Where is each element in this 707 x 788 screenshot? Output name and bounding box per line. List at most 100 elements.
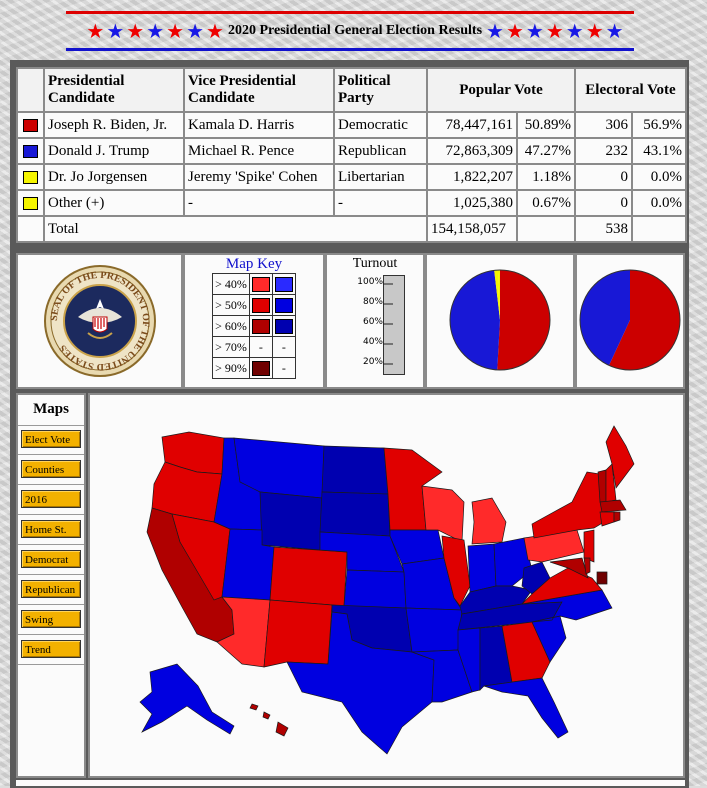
popular-vote-pie-chart	[449, 269, 551, 371]
us-election-map	[88, 393, 685, 778]
map-key-panel: Map Key > 40% > 50% > 60% > 70% - - > 90% -	[183, 253, 325, 389]
candidate-name-other[interactable]: Other (+)	[43, 189, 185, 217]
star-icon: ★	[126, 19, 145, 43]
state-connecticut[interactable]	[599, 511, 615, 527]
star-icon: ★	[106, 19, 125, 43]
trend-button[interactable]: Trend	[21, 640, 81, 658]
state-north-dakota[interactable]	[321, 445, 389, 495]
vp-name: Michael R. Pence	[183, 137, 335, 165]
header-electoral-vote: Electoral Vote	[574, 67, 687, 113]
electoral-vote-pie-panel	[575, 253, 685, 389]
electoral-votes: 0	[574, 189, 633, 217]
star-icon: ★	[206, 19, 224, 43]
state-pennsylvania[interactable]	[523, 529, 585, 563]
electoral-vote-pct: 0.0%	[631, 163, 687, 191]
state-alaska[interactable]	[139, 663, 235, 735]
candidate-name: Joseph R. Biden, Jr.	[43, 111, 185, 139]
rep-40-swatch	[274, 276, 293, 292]
popular-vote-pct: 0.67%	[516, 189, 576, 217]
electoral-vote-pct: 43.1%	[631, 137, 687, 165]
electoral-vote-pie-chart	[579, 269, 681, 371]
turnout-ticks	[383, 283, 393, 365]
state-wyoming[interactable]	[259, 491, 323, 551]
state-massachusetts[interactable]	[599, 499, 627, 513]
turnout-title: Turnout	[352, 256, 398, 271]
dem-60-swatch	[251, 318, 270, 334]
state-new-jersey[interactable]	[583, 529, 595, 563]
dem-90-swatch	[251, 360, 270, 376]
star-icon: ★	[565, 19, 584, 43]
blue-rule	[66, 48, 634, 51]
pie-slice-democrat	[497, 270, 550, 370]
table-row: Donald J. Trump Michael R. Pence Republi…	[16, 137, 687, 165]
state-new-mexico[interactable]	[263, 599, 333, 668]
electoral-votes: 306	[574, 111, 633, 139]
home-state-button[interactable]: Home St.	[21, 520, 81, 538]
popular-vote-pct: 47.27%	[516, 137, 576, 165]
popular-votes: 1,822,207	[426, 163, 518, 191]
star-icon: ★	[605, 19, 624, 43]
state-indiana[interactable]	[467, 543, 497, 593]
state-hawaii[interactable]	[249, 703, 289, 737]
maps-title: Maps	[33, 401, 69, 417]
vp-name: Kamala D. Harris	[183, 111, 335, 139]
map-key-row: > 60%	[212, 315, 296, 337]
total-electoral-votes: 538	[574, 215, 633, 243]
table-row: Dr. Jo Jorgensen Jeremy 'Spike' Cohen Li…	[16, 163, 687, 191]
popular-vote-pie-panel	[425, 253, 575, 389]
state-south-dakota[interactable]	[319, 491, 391, 537]
party-name: Libertarian	[333, 163, 428, 191]
state-dc[interactable]	[596, 571, 608, 585]
star-icon: ★	[146, 19, 165, 43]
map-key-title: Map Key	[225, 256, 283, 272]
page-header: ★ ★ ★ ★ ★ ★ ★ 2020 Presidential General …	[0, 0, 707, 60]
party-name: -	[333, 189, 428, 217]
candidate-name: Dr. Jo Jorgensen	[43, 163, 185, 191]
star-icon: ★	[525, 19, 544, 43]
map-key-row: > 70% - -	[212, 336, 296, 358]
candidate-color-swatch	[23, 118, 38, 132]
map-key-row: > 90% -	[212, 357, 296, 379]
state-kansas[interactable]	[343, 569, 407, 609]
democrat-button[interactable]: Democrat	[21, 550, 81, 568]
swing-button[interactable]: Swing	[21, 610, 81, 628]
rep-60-swatch	[274, 318, 293, 334]
state-arkansas[interactable]	[405, 607, 463, 653]
map-key-row: > 50%	[212, 294, 296, 316]
state-rhode-island[interactable]	[613, 511, 621, 523]
total-popular-votes: 154,158,057	[426, 215, 518, 243]
page-title: 2020 Presidential General Election Resul…	[227, 23, 483, 38]
header-popular-vote: Popular Vote	[426, 67, 576, 113]
popular-votes: 72,863,309	[426, 137, 518, 165]
state-colorado[interactable]	[269, 546, 348, 607]
electoral-votes: 0	[574, 163, 633, 191]
header-party: Political Party	[333, 67, 428, 113]
party-name: Republican	[333, 137, 428, 165]
republican-button[interactable]: Republican	[21, 580, 81, 598]
electoral-vote-pct: 0.0%	[631, 189, 687, 217]
2016-button[interactable]: 2016	[21, 490, 81, 508]
table-row: Other (+) - - 1,025,380 0.67% 0 0.0%	[16, 189, 687, 217]
rep-50-swatch	[274, 297, 293, 313]
turnout-panel: Turnout 100% 80% 60% 40% 20%	[325, 253, 425, 389]
header-vp: Vice Presidential Candidate	[183, 67, 335, 113]
popular-votes: 78,447,161	[426, 111, 518, 139]
map-key-table: > 40% > 50% > 60% > 70% - - > 90% -	[212, 273, 296, 379]
star-icon: ★	[166, 19, 185, 43]
vp-name: -	[183, 189, 335, 217]
candidate-name: Donald J. Trump	[43, 137, 185, 165]
state-michigan[interactable]	[471, 497, 507, 545]
elect-vote-button[interactable]: Elect Vote	[21, 430, 81, 448]
state-new-york[interactable]	[531, 471, 605, 539]
turnout-tick-labels: 100% 80% 60% 40% 20%	[357, 277, 383, 367]
star-icon: ★	[86, 19, 105, 43]
state-florida[interactable]	[483, 677, 569, 739]
counties-button[interactable]: Counties	[21, 460, 81, 478]
star-icon: ★	[585, 19, 604, 43]
dem-40-swatch	[251, 276, 270, 292]
candidate-color-swatch	[23, 196, 38, 210]
maps-sidebar: Maps Elect Vote Counties 2016 Home St. D…	[16, 393, 86, 778]
us-map-svg	[139, 425, 635, 755]
electoral-vote-pct: 56.9%	[631, 111, 687, 139]
red-rule	[66, 11, 634, 14]
